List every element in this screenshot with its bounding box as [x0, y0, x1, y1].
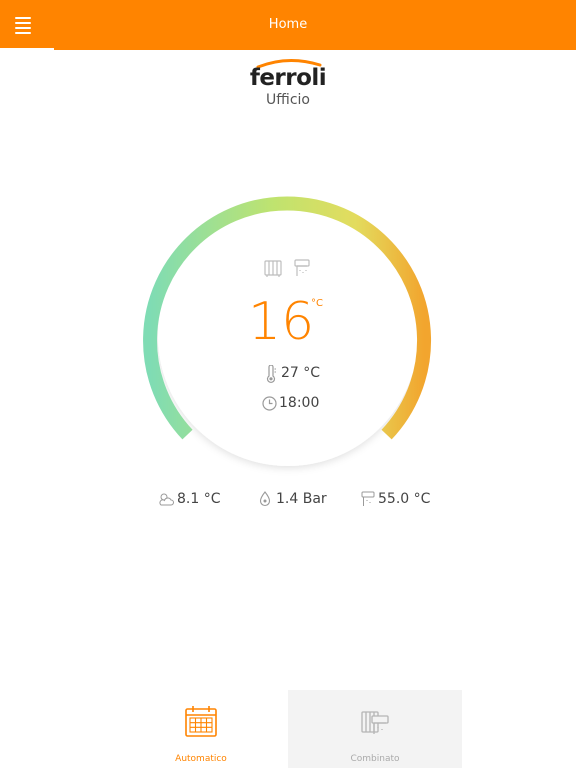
outdoor-temperature-value: 8.1 °C — [177, 491, 221, 507]
bottom-tab-bar: Automatico Combinato — [0, 690, 576, 768]
top-bar-underline — [54, 48, 576, 50]
pressure-drop-icon — [259, 491, 271, 507]
tab-combinato-label: Combinato — [350, 754, 400, 764]
mode-icons — [264, 258, 316, 278]
menu-button[interactable] — [0, 0, 46, 48]
radiator-tap-icon — [361, 711, 389, 734]
hot-water-tap-icon — [361, 491, 375, 506]
tab-automatico-label: Automatico — [175, 754, 227, 764]
room-temperature-value: 27 °C — [281, 365, 321, 381]
tab-combinato[interactable]: Combinato — [288, 690, 462, 768]
tap-icon — [294, 259, 310, 276]
set-temperature-unit: °C — [311, 298, 323, 309]
weather-cloud-sun-icon — [159, 493, 174, 506]
water-temperature-value: 55.0 °C — [378, 491, 431, 507]
schedule-time-value: 18:00 — [279, 395, 320, 411]
calendar-icon — [185, 706, 217, 737]
thermometer-icon — [266, 365, 276, 383]
ferroli-logo: ferroli — [250, 58, 327, 90]
top-bar — [0, 0, 576, 48]
room-name: Ufficio — [266, 92, 310, 108]
app-root: Home ferroli Ufficio 16 °C 27 °C 18:00 8… — [0, 0, 576, 768]
clock-icon — [262, 396, 277, 411]
set-temperature: 16 — [248, 292, 315, 352]
logo-text: ferroli — [250, 65, 326, 90]
radiator-icon — [264, 260, 282, 277]
pressure-value: 1.4 Bar — [276, 491, 327, 507]
tab-automatico[interactable]: Automatico — [114, 690, 288, 768]
